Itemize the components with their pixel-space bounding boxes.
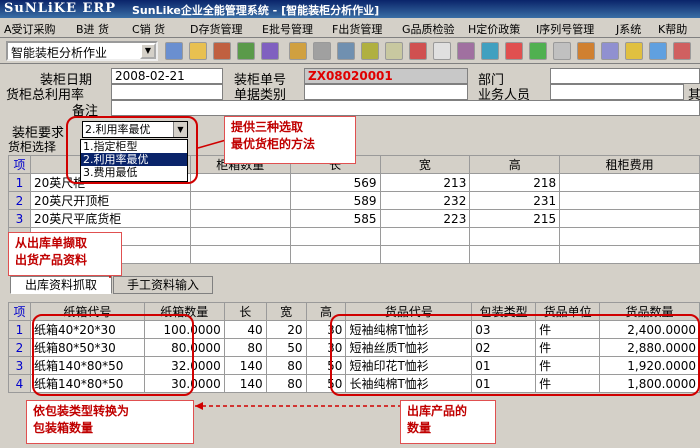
callout-convert: 依包装类型转换为 包装箱数量 (26, 400, 194, 444)
annotation-arrows (109, 139, 420, 410)
callout-extract: 从出库单撷取 出货产品资料 (8, 232, 122, 276)
callout-outqty: 出库产品的 数量 (400, 400, 496, 444)
arrow-line (197, 139, 227, 149)
arrow-head (195, 402, 203, 410)
callout-method: 提供三种选取 最优货柜的方法 (224, 116, 356, 164)
